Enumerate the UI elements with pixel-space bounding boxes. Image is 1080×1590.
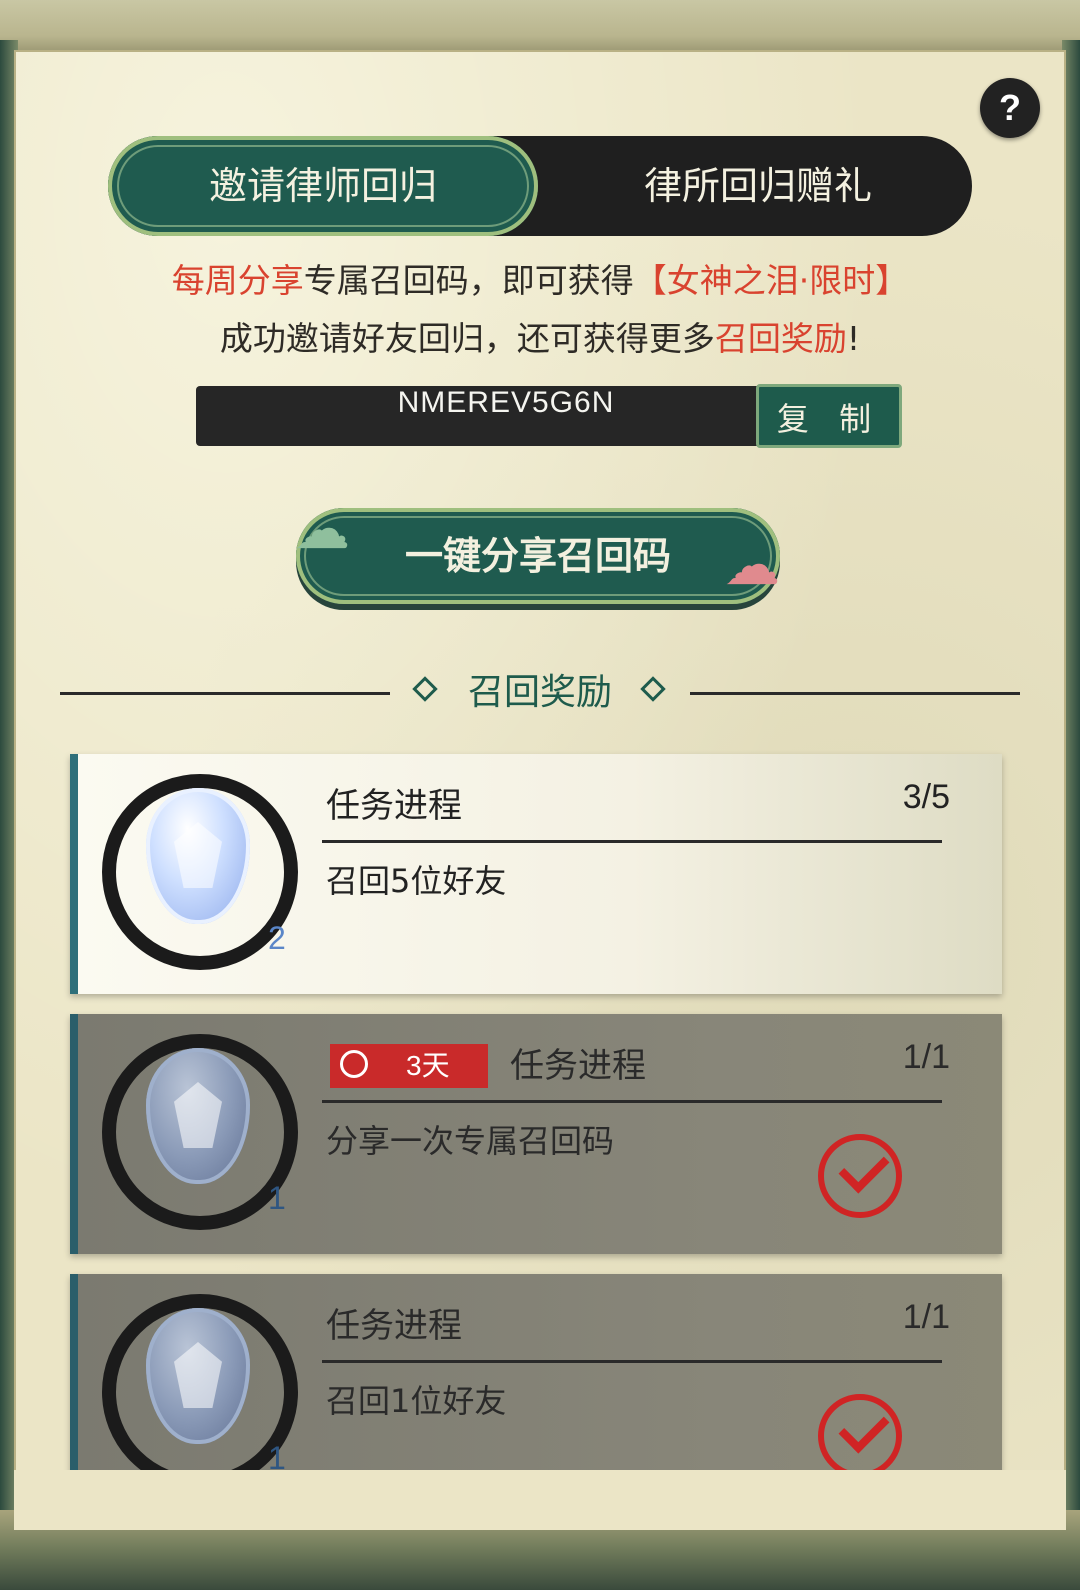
info-line2-suffix: ! [846, 319, 861, 358]
gem-facet [174, 822, 222, 888]
diamond-ornament-icon [412, 676, 438, 702]
recall-code-row: NMEREV5G6N 复 制 [196, 384, 906, 448]
section-title-text: 召回奖励 [467, 672, 612, 713]
time-limit-text: 3天 [406, 1050, 450, 1081]
copy-button[interactable]: 复 制 [756, 384, 902, 448]
cloud-ornament-icon: ☁ [294, 497, 350, 562]
tab-firm-return-gift[interactable]: 律所回归赠礼 [548, 136, 968, 236]
task-label: 任务进程 [326, 786, 462, 826]
list-clip-edge [14, 1470, 1066, 1530]
task-progress: 1/1 [902, 1298, 950, 1336]
task-divider [322, 840, 942, 843]
gem-facet [174, 1082, 222, 1148]
task-label: 任务进程 [510, 1046, 646, 1086]
task-label: 任务进程 [326, 1306, 462, 1346]
time-limit-badge: 3天 [330, 1044, 488, 1088]
highlight-reward-name: 【女神之泪·限时】 [633, 261, 909, 300]
divider-line [690, 692, 1020, 695]
divider-line [60, 692, 390, 695]
task-card[interactable]: 1 3天 任务进程 1/1 分享一次专属召回码 [70, 1014, 1002, 1254]
section-title-recall-reward: 召回奖励 [60, 668, 1020, 718]
info-line2-text: 成功邀请好友回归，还可获得更多 [219, 319, 715, 358]
tab-bar: 邀请律师回归 律所回归赠礼 [108, 136, 972, 236]
task-description: 召回1位好友 [326, 1382, 507, 1420]
task-divider [322, 1100, 942, 1103]
diamond-ornament-icon [640, 676, 666, 702]
info-text: 每周分享专属召回码，即可获得【女神之泪·限时】 成功邀请好友回归，还可获得更多召… [60, 252, 1020, 368]
cloud-ornament-icon: ☁ [724, 533, 780, 598]
recall-code: NMEREV5G6N [397, 386, 615, 419]
help-button[interactable]: ? [980, 78, 1040, 138]
task-description: 召回5位好友 [326, 862, 507, 900]
checkmark-icon [818, 1134, 902, 1218]
task-progress: 1/1 [902, 1038, 950, 1076]
highlight-recall-reward: 召回奖励 [714, 319, 847, 358]
task-card[interactable]: 2 任务进程 3/5 召回5位好友 [70, 754, 1002, 994]
task-progress: 3/5 [902, 778, 950, 816]
task-divider [322, 1360, 942, 1363]
highlight-weekly-share: 每周分享 [171, 261, 304, 300]
task-description: 分享一次专属召回码 [326, 1122, 615, 1160]
info-line1-text: 专属召回码，即可获得 [303, 261, 634, 300]
clock-icon [340, 1050, 368, 1078]
gem-facet [174, 1342, 222, 1408]
tab-invite-lawyer-return[interactable]: 邀请律师回归 [108, 136, 538, 236]
reward-count: 2 [268, 920, 286, 956]
checkmark-icon [818, 1394, 902, 1478]
reward-count: 1 [268, 1180, 286, 1216]
